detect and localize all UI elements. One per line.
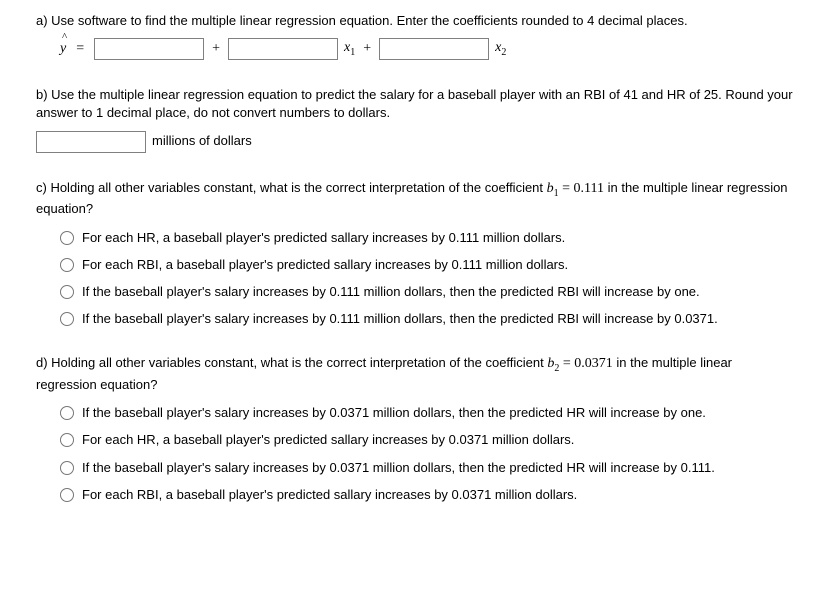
x2-symbol: x2 [495,38,506,60]
prompt-a: a) Use software to find the multiple lin… [36,12,794,30]
option-c-3[interactable]: If the baseball player's salary increase… [60,283,794,301]
option-text-d-1: If the baseball player's salary increase… [82,404,794,422]
option-d-2[interactable]: For each HR, a baseball player's predict… [60,431,794,449]
section-a: a) Use software to find the multiple lin… [36,12,794,60]
option-c-4[interactable]: If the baseball player's salary increase… [60,310,794,328]
unit-label: millions of dollars [152,132,252,150]
option-text-c-4: If the baseball player's salary increase… [82,310,794,328]
option-text-c-1: For each HR, a baseball player's predict… [82,229,794,247]
plus-sign-1: + [210,39,222,59]
option-d-1[interactable]: If the baseball player's salary increase… [60,404,794,422]
intercept-input[interactable] [94,38,204,60]
radio-c-3[interactable] [60,285,74,299]
option-d-4[interactable]: For each RBI, a baseball player's predic… [60,486,794,504]
section-b: b) Use the multiple linear regression eq… [36,86,794,152]
salary-input[interactable] [36,131,146,153]
radio-d-3[interactable] [60,461,74,475]
prompt-c: c) Holding all other variables constant,… [36,179,794,219]
option-text-c-3: If the baseball player's salary increase… [82,283,794,301]
options-d: If the baseball player's salary increase… [36,404,794,504]
prompt-d: d) Holding all other variables constant,… [36,354,794,394]
radio-d-2[interactable] [60,433,74,447]
prompt-b: b) Use the multiple linear regression eq… [36,86,794,122]
option-c-1[interactable]: For each HR, a baseball player's predict… [60,229,794,247]
radio-d-4[interactable] [60,488,74,502]
x1-symbol: x1 [344,38,355,60]
radio-c-2[interactable] [60,258,74,272]
option-text-d-3: If the baseball player's salary increase… [82,459,794,477]
yhat-symbol: y [60,39,66,59]
options-c: For each HR, a baseball player's predict… [36,229,794,329]
radio-d-1[interactable] [60,406,74,420]
option-c-2[interactable]: For each RBI, a baseball player's predic… [60,256,794,274]
section-c: c) Holding all other variables constant,… [36,179,794,329]
option-text-d-2: For each HR, a baseball player's predict… [82,431,794,449]
section-d: d) Holding all other variables constant,… [36,354,794,504]
coef-b2-input[interactable] [379,38,489,60]
option-d-3[interactable]: If the baseball player's salary increase… [60,459,794,477]
answer-row-b: millions of dollars [36,131,794,153]
option-text-d-4: For each RBI, a baseball player's predic… [82,486,794,504]
option-text-c-2: For each RBI, a baseball player's predic… [82,256,794,274]
equation-row-a: y = + x1 + x2 [36,38,794,60]
radio-c-1[interactable] [60,231,74,245]
coef-b1-input[interactable] [228,38,338,60]
radio-c-4[interactable] [60,312,74,326]
plus-sign-2: + [361,39,373,59]
equals-sign: = [72,39,88,59]
